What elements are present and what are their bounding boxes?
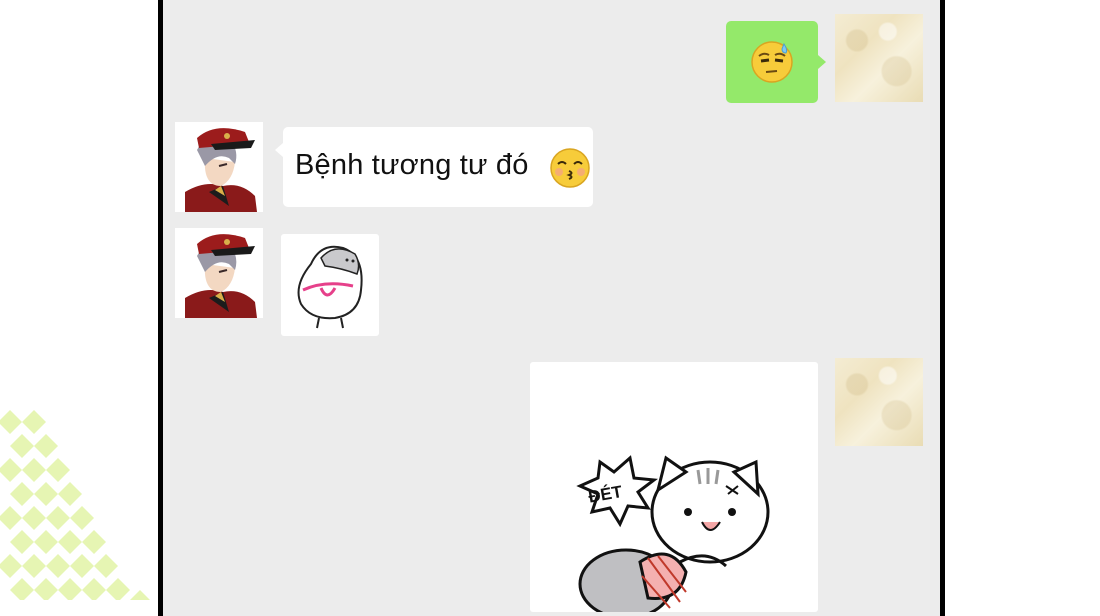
self-avatar[interactable] bbox=[835, 14, 923, 102]
self-avatar[interactable] bbox=[835, 358, 923, 446]
contact-avatar[interactable] bbox=[175, 122, 263, 212]
avatar-illustration bbox=[175, 228, 263, 318]
chat-screen: Bệnh tương tư đó ĐÉT bbox=[158, 0, 945, 616]
chick-thong-sticker bbox=[297, 245, 363, 329]
kissing-emoji bbox=[550, 148, 590, 188]
cats-fight-sticker: ĐÉT bbox=[576, 455, 770, 616]
message-bubble-self[interactable] bbox=[726, 21, 826, 103]
sweat-smile-emoji bbox=[751, 41, 793, 83]
message-bubble-other[interactable]: Bệnh tương tư đó bbox=[275, 127, 593, 207]
avatar-illustration bbox=[175, 122, 263, 212]
contact-avatar[interactable] bbox=[175, 228, 263, 318]
decorative-pattern bbox=[0, 410, 150, 600]
message-text: Bệnh tương tư đó bbox=[295, 149, 529, 181]
sticker-message[interactable]: ĐÉT bbox=[530, 362, 818, 616]
sticker-message[interactable] bbox=[281, 234, 379, 336]
